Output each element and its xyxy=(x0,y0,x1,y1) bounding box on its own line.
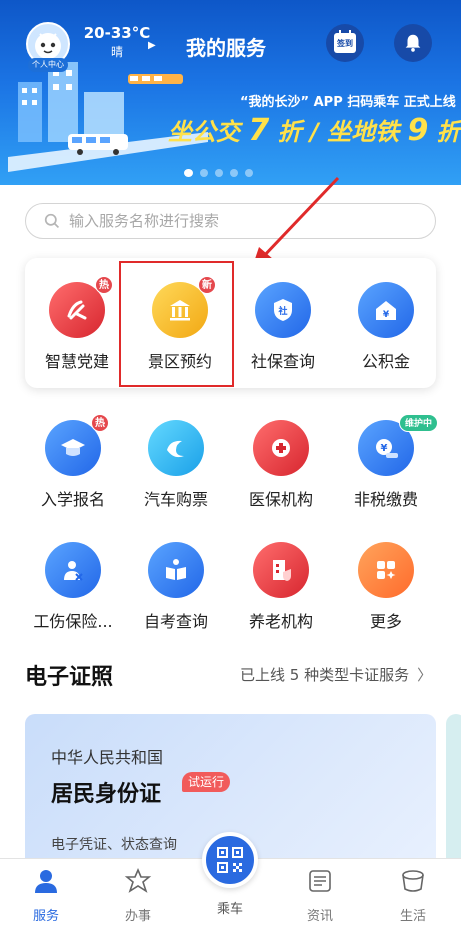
tab-label: 生活 xyxy=(399,909,426,924)
tab-affairs[interactable]: 办事 xyxy=(103,867,173,924)
building-icon xyxy=(253,542,309,598)
id-card-country: 中华人民共和国 xyxy=(51,748,164,767)
service-social-security[interactable]: 社 社保查询 xyxy=(231,282,335,372)
service-label: 社保查询 xyxy=(250,352,315,371)
id-card-title: 居民身份证 xyxy=(51,782,162,807)
payment-icon: ¥ 维护中 xyxy=(358,414,438,476)
bell-icon xyxy=(405,34,421,52)
id-card-subtitle: 电子凭证、状态查询 xyxy=(51,837,177,853)
promo-banner[interactable]: 个人中心 20-33°C 晴 ▶ 我的服务 签到 “我的长沙” APP 扫码乘车… xyxy=(0,0,461,185)
service-housing-fund[interactable]: ¥ 公积金 xyxy=(334,282,438,372)
promo-bus-text: 坐公交 xyxy=(168,118,240,146)
graduation-cap-icon: 热 xyxy=(45,414,109,476)
qr-code-icon xyxy=(217,847,243,873)
personal-center-label[interactable]: 个人中心 xyxy=(28,58,68,72)
license-services-link[interactable]: 已上线 5 种类型卡证服务〉 xyxy=(240,664,432,685)
promo-headline: “我的长沙” APP 扫码乘车 正式上线 xyxy=(240,95,456,110)
service-label: 公积金 xyxy=(361,352,410,371)
house-icon: ¥ xyxy=(358,282,414,338)
maintenance-badge: 维护中 xyxy=(398,414,438,432)
play-arrow-icon: ▶ xyxy=(148,40,156,51)
bus-ticket-icon xyxy=(148,420,204,476)
shield-glyph: 社 xyxy=(277,305,287,317)
checkin-button[interactable]: 签到 xyxy=(326,24,364,62)
search-icon xyxy=(44,213,60,228)
service-label: 入学报名 xyxy=(40,490,105,509)
hot-badge: 热 xyxy=(91,414,109,432)
service-label: 非税缴费 xyxy=(353,490,418,509)
chevron-right-icon: 〉 xyxy=(417,666,433,684)
weather-condition: 晴 xyxy=(110,45,123,59)
tab-life[interactable]: 生活 xyxy=(378,867,448,924)
injury-insurance-icon xyxy=(45,542,101,598)
service-smart-party[interactable]: 热 智慧党建 xyxy=(25,276,129,372)
search-input[interactable] xyxy=(69,212,389,230)
news-icon xyxy=(309,870,331,892)
person-icon xyxy=(35,870,57,893)
service-non-tax-payment[interactable]: ¥ 维护中 非税缴费 xyxy=(334,414,438,510)
party-emblem-icon: 热 xyxy=(49,276,113,338)
section-title: 电子证照 xyxy=(25,665,114,690)
service-self-exam[interactable]: 自考查询 xyxy=(124,542,228,632)
service-label: 养老机构 xyxy=(248,612,313,631)
tab-ride[interactable] xyxy=(202,832,258,888)
service-elderly-care[interactable]: 养老机构 xyxy=(229,542,333,632)
weather-widget[interactable]: 20-33°C 晴 xyxy=(82,24,152,60)
calendar-icon: 签到 xyxy=(334,30,356,53)
service-label: 工伤保险... xyxy=(33,612,113,631)
promo-discount: 坐公交 7 折 / 坐地铁 9 折 xyxy=(168,112,461,148)
shield-icon: 社 xyxy=(255,282,311,338)
tab-label: 办事 xyxy=(124,909,151,924)
promo-suffix: 折 xyxy=(436,118,461,146)
search-bar[interactable] xyxy=(25,203,436,239)
service-injury-insurance[interactable]: 工伤保险... xyxy=(21,542,125,632)
book-icon xyxy=(148,542,204,598)
service-label: 汽车购票 xyxy=(143,490,208,509)
cup-icon xyxy=(402,870,424,892)
more-grid-icon xyxy=(358,542,414,598)
promo-bus-discount: 7 xyxy=(248,113,270,148)
carousel-dots[interactable] xyxy=(184,169,253,177)
medical-cross-icon xyxy=(253,420,309,476)
payment-glyph: ¥ xyxy=(381,443,388,454)
trial-badge: 试运行 xyxy=(182,772,231,792)
tab-ride-label[interactable]: 乘车 xyxy=(202,898,258,917)
carousel-dot[interactable] xyxy=(200,169,208,177)
carousel-dot[interactable] xyxy=(215,169,223,177)
service-label: 更多 xyxy=(369,612,402,631)
promo-metro-text: 折 / 坐地铁 xyxy=(277,118,400,146)
service-bus-ticket[interactable]: 汽车购票 xyxy=(124,420,228,510)
carousel-dot[interactable] xyxy=(230,169,238,177)
notification-button[interactable] xyxy=(394,24,432,62)
weather-temperature: 20-33°C xyxy=(83,24,151,42)
service-medical-insurance[interactable]: 医保机构 xyxy=(229,420,333,510)
star-tent-icon xyxy=(124,867,152,893)
tab-services[interactable]: 服务 xyxy=(11,867,81,924)
page-title: 我的服务 xyxy=(186,36,266,60)
service-label: 智慧党建 xyxy=(44,352,109,371)
tab-news[interactable]: 资讯 xyxy=(285,867,355,924)
license-services-text: 已上线 5 种类型卡证服务 xyxy=(240,666,410,684)
service-label: 自考查询 xyxy=(143,612,208,631)
tab-label: 服务 xyxy=(32,909,59,924)
carousel-dot[interactable] xyxy=(184,169,193,177)
hot-badge: 热 xyxy=(95,276,113,294)
house-glyph: ¥ xyxy=(383,310,390,320)
tab-label: 资讯 xyxy=(306,909,333,924)
service-label: 医保机构 xyxy=(248,490,313,509)
highlight-box xyxy=(119,261,234,387)
promo-metro-discount: 9 xyxy=(407,113,429,148)
service-school-enrollment[interactable]: 热 入学报名 xyxy=(21,414,125,510)
my-services-page: 个人中心 20-33°C 晴 ▶ 我的服务 签到 “我的长沙” APP 扫码乘车… xyxy=(0,0,461,930)
service-more[interactable]: 更多 xyxy=(334,542,438,632)
carousel-dot[interactable] xyxy=(245,169,253,177)
